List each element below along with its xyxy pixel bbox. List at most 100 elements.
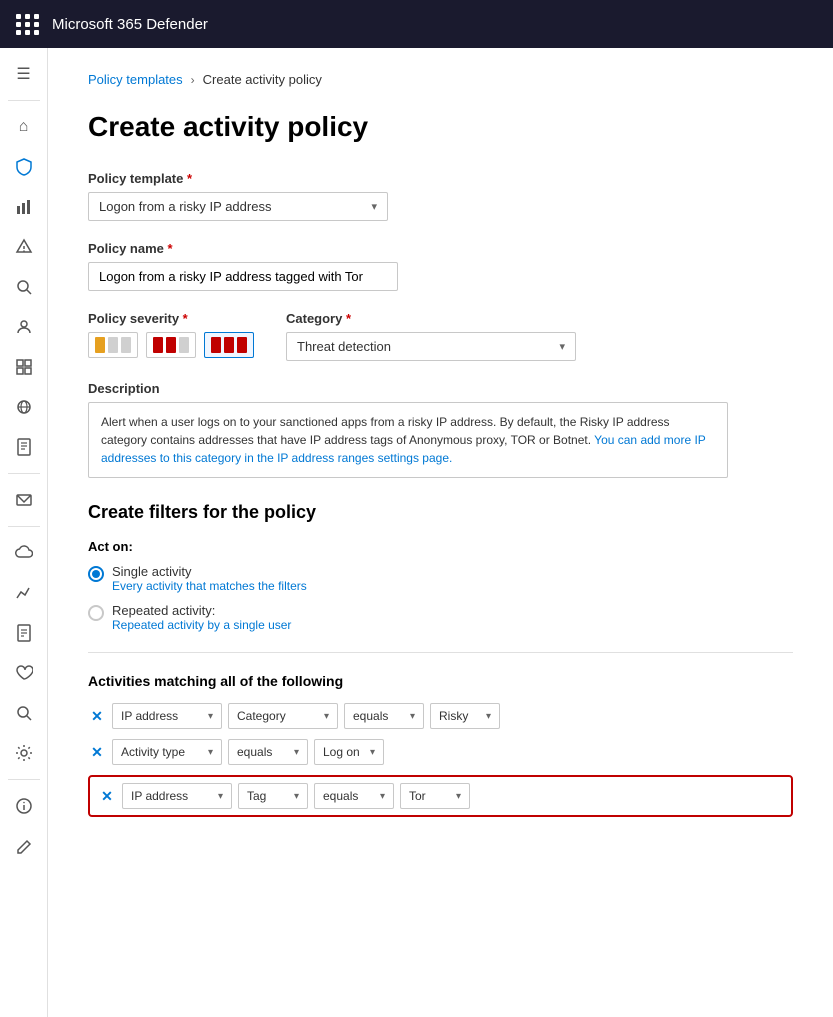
repeated-activity-radio[interactable] [88,605,104,621]
breadcrumb-separator: › [191,73,195,87]
hunt-icon[interactable] [6,269,42,305]
filter-3-field1-dropdown[interactable]: IP address ▾ [122,783,232,809]
filter-1-remove[interactable]: ✕ [88,708,106,725]
severity-high-btn[interactable] [204,332,254,358]
single-activity-radio-inner [92,570,100,578]
policy-template-group: Policy template Logon from a risky IP ad… [88,171,793,221]
policy-template-chevron: ▾ [371,200,377,213]
policy-name-label: Policy name [88,241,793,256]
policy-icon[interactable] [6,429,42,465]
single-activity-radio[interactable] [88,566,104,582]
filter-2-remove[interactable]: ✕ [88,744,106,761]
filter-1-value-dropdown[interactable]: Risky ▾ [430,703,500,729]
filter-2-value-chevron: ▾ [370,747,375,758]
filter-1-value-chevron: ▾ [486,711,491,722]
menu-icon[interactable]: ☰ [6,56,42,92]
breadcrumb-policy-templates[interactable]: Policy templates [88,72,183,87]
chart-icon[interactable] [6,575,42,611]
apps-icon[interactable] [6,349,42,385]
page-title: Create activity policy [88,111,793,143]
report-icon[interactable] [6,615,42,651]
filter-3-remove[interactable]: ✕ [98,788,116,805]
home-icon[interactable]: ⌂ [6,109,42,145]
repeated-activity-option[interactable]: Repeated activity: Repeated activity by … [88,603,793,632]
severity-category-row: Policy severity [88,311,793,361]
user-icon[interactable] [6,309,42,345]
network-icon[interactable] [6,389,42,425]
filter-3-value-value: Tor [409,789,426,803]
single-activity-text: Single activity Every activity that matc… [112,564,307,593]
repeated-activity-label: Repeated activity: [112,603,291,618]
filter-3-value-dropdown[interactable]: Tor ▾ [400,783,470,809]
filter-1-field1-value: IP address [121,709,178,723]
filter-1-field2-chevron: ▾ [324,711,329,722]
sidebar-divider-3 [8,526,40,527]
policy-template-dropdown[interactable]: Logon from a risky IP address ▾ [88,192,388,221]
description-group: Description Alert when a user logs on to… [88,381,793,478]
single-activity-option[interactable]: Single activity Every activity that matc… [88,564,793,593]
sev-low-block1 [95,337,105,353]
sev-med-block2 [166,337,176,353]
section-divider [88,652,793,653]
filter-2-operator-dropdown[interactable]: equals ▾ [228,739,308,765]
filter-3-field2-dropdown[interactable]: Tag ▾ [238,783,308,809]
breadcrumb-current: Create activity policy [203,72,322,87]
description-link[interactable]: You can add more IP addresses to this ca… [101,433,706,465]
filter-1-operator-dropdown[interactable]: equals ▾ [344,703,424,729]
filter-1-field1-dropdown[interactable]: IP address ▾ [112,703,222,729]
filter-2-value-dropdown[interactable]: Log on ▾ [314,739,384,765]
filter-3-field1-value: IP address [131,789,188,803]
severity-label: Policy severity [88,311,254,326]
filter-row-1: ✕ IP address ▾ Category ▾ equals ▾ Risky… [88,703,793,729]
health-icon[interactable] [6,655,42,691]
sev-med-block3 [179,337,189,353]
policy-name-group: Policy name Logon from a risky IP addres… [88,241,793,291]
graph-icon[interactable] [6,189,42,225]
app-grid-icon[interactable] [16,14,40,35]
filter-1-field2-value: Category [237,709,286,723]
severity-options [88,332,254,358]
single-activity-label: Single activity [112,564,307,579]
single-activity-sub: Every activity that matches the filters [112,579,307,593]
policy-template-label: Policy template [88,171,793,186]
filter-2-value-value: Log on [323,745,360,759]
cloud-icon[interactable] [6,535,42,571]
sev-low-block3 [121,337,131,353]
category-label: Category [286,311,576,326]
filter-2-operator-chevron: ▾ [294,747,299,758]
info-icon[interactable] [6,788,42,824]
main-content: Policy templates › Create activity polic… [48,48,833,1017]
filter-3-operator-value: equals [323,789,358,803]
filter-2-operator-value: equals [237,745,272,759]
filter-3-operator-dropdown[interactable]: equals ▾ [314,783,394,809]
policy-name-input[interactable]: Logon from a risky IP address tagged wit… [88,262,398,291]
shield-icon[interactable] [6,149,42,185]
activities-heading: Activities matching all of the following [88,673,793,689]
sev-high-block2 [224,337,234,353]
description-label: Description [88,381,793,396]
category-dropdown[interactable]: Threat detection ▾ [286,332,576,361]
sidebar-divider-2 [8,473,40,474]
filter-2-field1-value: Activity type [121,745,185,759]
mail-icon[interactable] [6,482,42,518]
filter-row-3: ✕ IP address ▾ Tag ▾ equals ▾ Tor ▾ [88,775,793,817]
sev-high-block1 [211,337,221,353]
settings-icon[interactable] [6,735,42,771]
filter-1-operator-chevron: ▾ [410,711,415,722]
edit-icon[interactable] [6,828,42,864]
severity-low-btn[interactable] [88,332,138,358]
alert-icon[interactable] [6,229,42,265]
filter-2-field1-dropdown[interactable]: Activity type ▾ [112,739,222,765]
category-chevron: ▾ [559,340,565,353]
sidebar-divider-1 [8,100,40,101]
search-icon[interactable] [6,695,42,731]
sidebar-divider-4 [8,779,40,780]
severity-group: Policy severity [88,311,254,358]
severity-medium-btn[interactable] [146,332,196,358]
filter-1-field2-dropdown[interactable]: Category ▾ [228,703,338,729]
filter-2-field1-chevron: ▾ [208,747,213,758]
category-group: Category Threat detection ▾ [286,311,576,361]
act-on-label: Act on: [88,539,793,554]
sev-low-block2 [108,337,118,353]
filter-1-field1-chevron: ▾ [208,711,213,722]
